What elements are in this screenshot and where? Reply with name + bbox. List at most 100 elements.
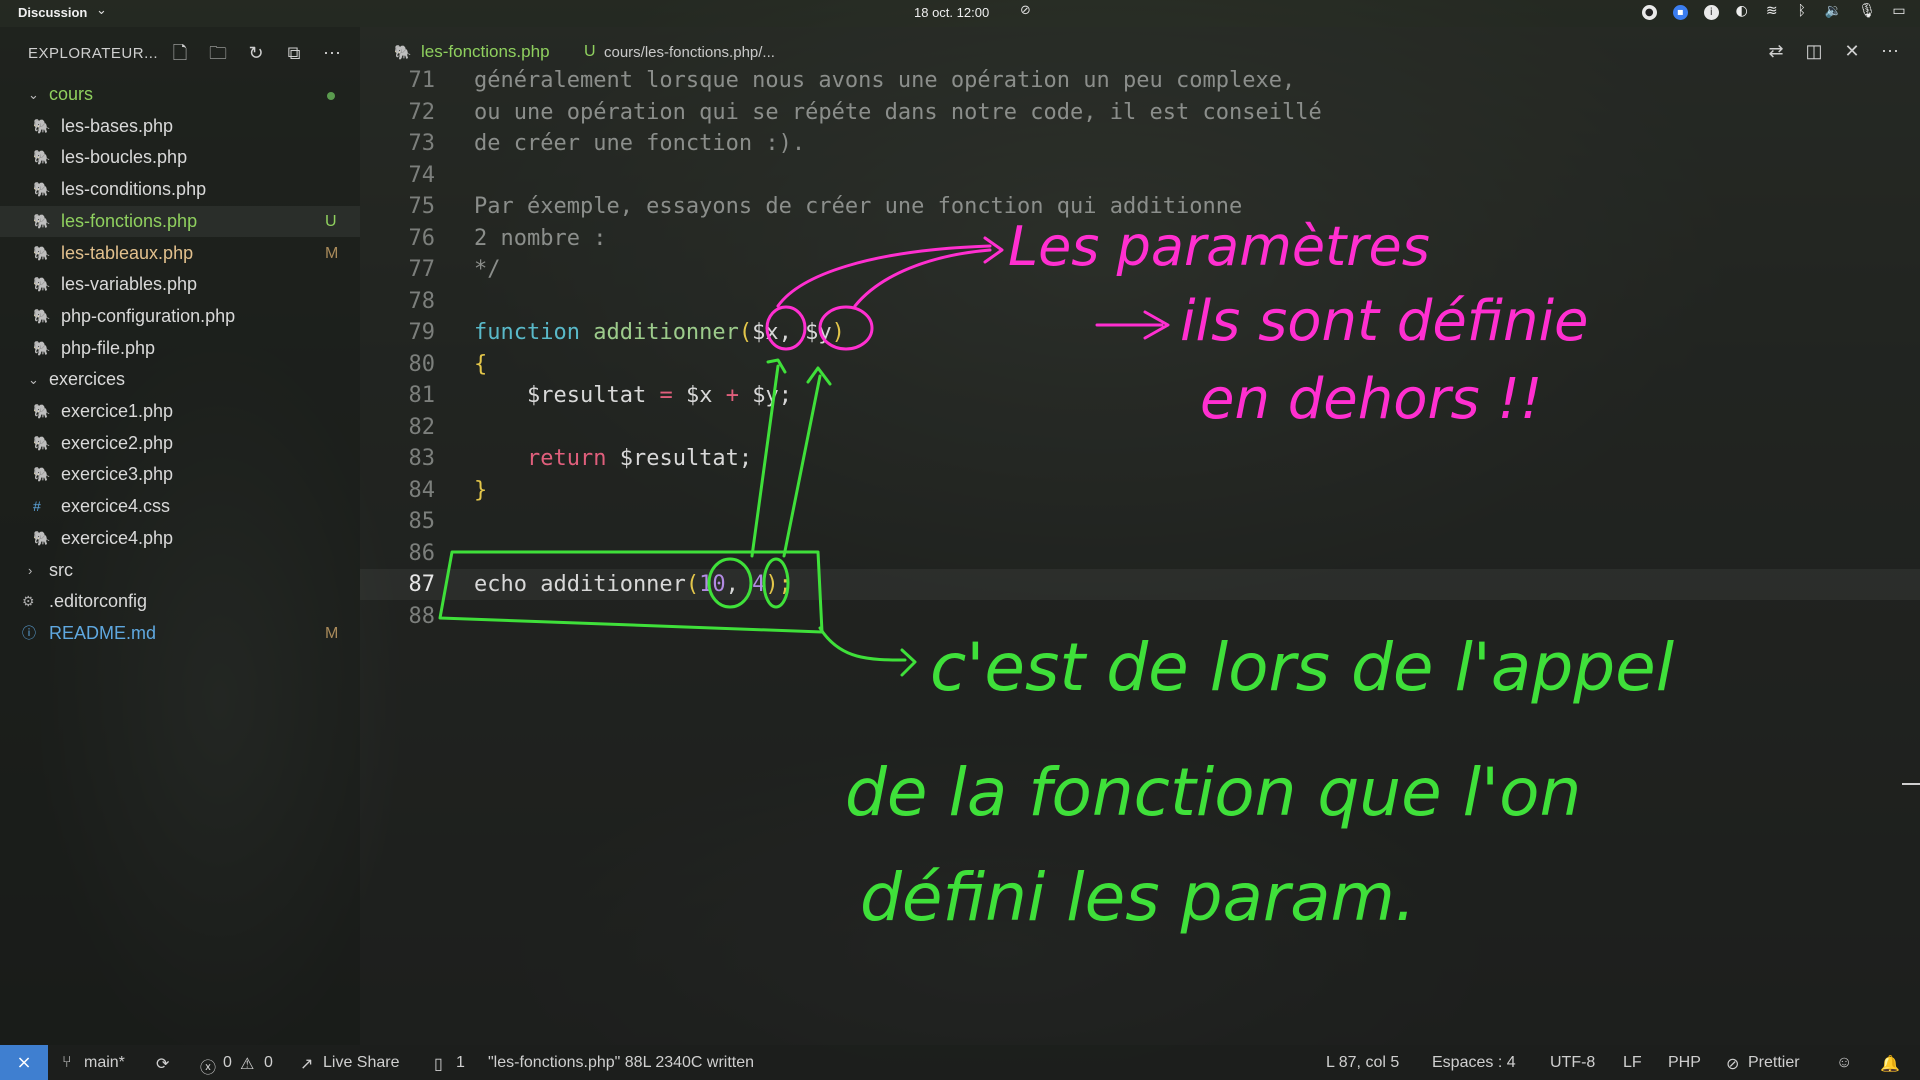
code-line: 85 [360, 506, 1920, 537]
file-label: README.md [49, 622, 157, 643]
file-label: les-conditions.php [61, 179, 207, 200]
file-label: php-file.php [61, 337, 156, 358]
line-number: 80 [408, 351, 436, 377]
remote-indicator-icon[interactable]: ⨯ [0, 1045, 48, 1080]
gear-icon: ⚙ [22, 593, 35, 610]
info-icon[interactable]: i [1703, 5, 1719, 20]
compare-changes-icon[interactable]: ⇄ [1766, 41, 1786, 62]
warning-icon[interactable]: ⚠ [240, 1054, 254, 1074]
new-file-icon[interactable]: 🗋 [168, 41, 192, 65]
volume-icon[interactable]: 🔉 [1825, 3, 1842, 20]
zoom-icon[interactable]: ▪ [1672, 5, 1688, 20]
file-les-bases[interactable]: 🐘 les-bases.php [0, 111, 360, 143]
line-number: 78 [408, 288, 436, 314]
line-number: 73 [408, 131, 436, 156]
line-number: 75 [408, 194, 436, 219]
code-text: ou une opération qui se répéte dans notr… [474, 99, 1322, 125]
prettier-icon[interactable]: ⊘ [1726, 1054, 1739, 1074]
file-readme[interactable]: ⓘ README.md M [0, 618, 360, 650]
file-les-fonctions[interactable]: 🐘 les-fonctions.php U [0, 205, 360, 238]
git-branch[interactable]: main* [84, 1054, 125, 1072]
line-number: 81 [408, 383, 436, 408]
encoding[interactable]: UTF-8 [1550, 1054, 1595, 1072]
cursor-position[interactable]: L 87, col 5 [1326, 1054, 1399, 1072]
status-bar: ⨯ ⑂ main* ⟳ ⓧ 0 ⚠ 0 ↗ Live Share ▯ 1 "le… [0, 1045, 1920, 1080]
file-exercice4-css[interactable]: # exercice4.css [0, 491, 360, 523]
code-text: function additionner($x, $y) [474, 320, 845, 345]
app-name[interactable]: Discussion [18, 5, 87, 20]
split-editor-icon[interactable]: ◫ [1804, 41, 1824, 62]
file-label: les-fonctions.php [61, 210, 198, 231]
file-les-boucles[interactable]: 🐘 les-boucles.php [0, 142, 360, 174]
folder-exercices[interactable]: ⌄ exercices [0, 364, 360, 396]
more-actions-icon[interactable]: ⋯ [320, 41, 344, 65]
tray-app-icon[interactable]: ● [1641, 5, 1657, 20]
code-line: 82 [360, 412, 1920, 443]
code-line: 72 ou une opération qui se répéte dans n… [360, 97, 1920, 128]
indentation[interactable]: Espaces : 4 [1432, 1054, 1516, 1072]
sync-icon[interactable]: ⟳ [156, 1054, 169, 1074]
battery-icon[interactable]: ▭ [1892, 3, 1906, 20]
explorer-sidebar: EXPLORATEUR... 🗋 🗀 ↻ ⧉ ⋯ ⌄ cours 🐘 les-b… [0, 27, 360, 1045]
file-php-file[interactable]: 🐘 php-file.php [0, 333, 360, 365]
wifi-icon[interactable]: ≋ [1765, 3, 1779, 20]
scrollbar-position-marker[interactable] [1902, 783, 1920, 785]
live-share-icon[interactable]: ↗ [300, 1054, 313, 1074]
warning-count[interactable]: 0 [264, 1054, 273, 1072]
new-folder-icon[interactable]: 🗀 [206, 41, 230, 65]
feedback-icon[interactable]: ☺ [1836, 1054, 1852, 1072]
do-not-disturb-icon[interactable]: ⊘ [1020, 3, 1031, 18]
chevron-down-icon: ⌄ [28, 87, 39, 102]
file-label: exercice3.php [61, 464, 174, 485]
file-editorconfig[interactable]: ⚙ .editorconfig [0, 586, 360, 618]
chevron-down-icon: ⌄ [28, 372, 39, 388]
line-number: 88 [408, 603, 436, 629]
more-actions-icon[interactable]: ⋯ [1880, 41, 1900, 62]
chevron-right-icon: › [28, 562, 33, 578]
code-text: } [474, 477, 488, 503]
errors-icon[interactable]: ⓧ [200, 1054, 216, 1078]
collapse-all-icon[interactable]: ⧉ [282, 41, 306, 65]
file-exercice4-php[interactable]: 🐘 exercice4.php [0, 523, 360, 555]
folder-src[interactable]: › src [0, 555, 360, 587]
file-label: exercice2.php [61, 432, 174, 453]
accessibility-icon[interactable]: ◐ [1735, 3, 1749, 20]
code-text: Par éxemple, essayons de créer une fonct… [474, 194, 1243, 219]
bluetooth-icon[interactable]: ᛒ [1795, 3, 1809, 20]
refresh-icon[interactable]: ↻ [244, 41, 268, 65]
formatter[interactable]: Prettier [1748, 1054, 1800, 1072]
live-share-button[interactable]: Live Share [323, 1054, 400, 1072]
ports-icon[interactable]: ▯ [434, 1054, 443, 1074]
breadcrumb[interactable]: cours/les-fonctions.php/... [604, 44, 775, 61]
file-exercice1[interactable]: 🐘 exercice1.php [0, 396, 360, 428]
file-label: les-tableaux.php [61, 242, 194, 263]
code-text: généralement lorsque nous avons une opér… [474, 68, 1296, 93]
microphone-icon[interactable]: 🎙 [1858, 3, 1876, 20]
css-file-icon: # [33, 498, 41, 515]
status-message: "les-fonctions.php" 88L 2340C written [488, 1054, 755, 1071]
file-php-configuration[interactable]: 🐘 php-configuration.php [0, 301, 360, 333]
tab-les-fonctions[interactable]: les-fonctions.php [421, 42, 550, 62]
clock[interactable]: 18 oct. 12:00 [914, 5, 989, 20]
file-exercice3[interactable]: 🐘 exercice3.php [0, 459, 360, 491]
php-file-icon: 🐘 [394, 44, 412, 60]
file-les-variables[interactable]: 🐘 les-variables.php [0, 269, 360, 301]
git-branch-icon[interactable]: ⑂ [62, 1054, 72, 1072]
close-icon[interactable]: ✕ [1842, 41, 1862, 62]
ports-count[interactable]: 1 [456, 1054, 465, 1072]
file-label: .editorconfig [49, 591, 148, 612]
code-line: 74 [360, 160, 1920, 191]
file-les-conditions[interactable]: 🐘 les-conditions.php [0, 174, 360, 206]
git-status-badge: U [325, 212, 337, 230]
notifications-icon[interactable]: 🔔 [1880, 1054, 1900, 1074]
file-les-tableaux[interactable]: 🐘 les-tableaux.php M [0, 238, 360, 270]
code-line: 81 $resultat = $x + $y; [360, 380, 1920, 411]
folder-cours[interactable]: ⌄ cours [0, 79, 360, 111]
php-file-icon: 🐘 [33, 244, 51, 261]
language-mode[interactable]: PHP [1668, 1054, 1701, 1072]
file-exercice2[interactable]: 🐘 exercice2.php [0, 428, 360, 460]
line-ending[interactable]: LF [1623, 1054, 1642, 1072]
file-label: exercice1.php [61, 401, 174, 421]
error-count[interactable]: 0 [223, 1054, 232, 1072]
code-line: 84 } [360, 475, 1920, 506]
